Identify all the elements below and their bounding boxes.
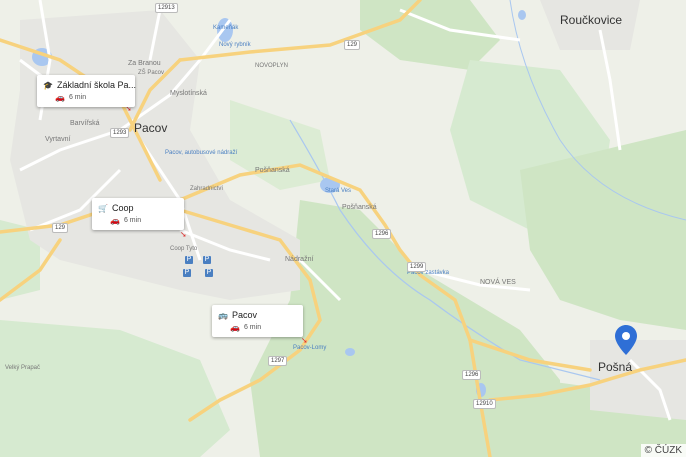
poi-label: Coop Tyto: [170, 246, 198, 252]
street-label: Vyrtavní: [45, 136, 71, 143]
school-icon: 🎓: [43, 80, 53, 90]
forest-area: [0, 320, 230, 457]
place-card-title: 🚌 Pacov: [218, 310, 297, 320]
road-number-sign: 129: [52, 223, 69, 233]
car-icon: 🚗: [110, 216, 120, 225]
parking-icon[interactable]: P: [183, 269, 191, 277]
parking-icon[interactable]: P: [185, 256, 193, 264]
travel-time-text: 6 min: [123, 217, 142, 224]
pond: [345, 348, 355, 356]
poi-label: Zahradnictví: [190, 186, 224, 192]
place-card-title-text: Pacov: [231, 310, 257, 320]
route-arrow-icon: ➘: [301, 336, 308, 345]
shopping-cart-icon: 🛒: [98, 203, 108, 213]
place-card-travel-time: 🚗 6 min: [98, 216, 178, 225]
travel-time-text: 6 min: [68, 94, 87, 101]
place-card-travel-time: 🚗 6 min: [218, 323, 297, 332]
place-card-coop[interactable]: 🛒 Coop 🚗 6 min: [92, 198, 184, 230]
road-number-sign: 1296: [372, 229, 392, 239]
poi-label: Velký Prapač: [5, 365, 41, 371]
road-number-sign: 1299: [407, 262, 427, 272]
car-icon: 🚗: [230, 323, 240, 332]
street-label: Pošňanská: [342, 204, 377, 211]
place-card-travel-time: 🚗 6 min: [43, 93, 129, 102]
street-label: Myslotínská: [170, 90, 207, 97]
location-pin-icon[interactable]: [614, 324, 638, 356]
town-label-posna: Pošná: [598, 360, 633, 374]
poi-label: Kameňák: [213, 25, 239, 31]
road-number-sign: 1297: [268, 356, 288, 366]
place-card-title: 🛒 Coop: [98, 203, 178, 213]
poi-label: Pacov-Lomy: [293, 345, 327, 351]
map-canvas[interactable]: Pacov Roučkovice Pošná Barvířská Vyrtavn…: [0, 0, 686, 457]
poi-label: Nový rybník: [219, 42, 251, 48]
street-label: Za Branou: [128, 60, 161, 67]
street-label: NOVÁ VES: [480, 279, 516, 286]
poi-label: NOVOPLYN: [255, 63, 288, 69]
town-label-rouckovice: Roučkovice: [560, 13, 623, 27]
copyright-notice: © ČÚZK: [640, 444, 686, 457]
place-card-school[interactable]: 🎓 Základní škola Pa... 🚗 6 min: [37, 75, 136, 107]
parking-icon[interactable]: P: [203, 256, 211, 264]
travel-time-text: 6 min: [243, 324, 262, 331]
town-label-pacov: Pacov: [134, 121, 168, 135]
road-number-sign: 1296: [462, 370, 482, 380]
place-card-title-text: Základní škola Pa...: [56, 80, 137, 90]
place-card-bus-stop[interactable]: 🚌 Pacov 🚗 6 min: [212, 305, 303, 337]
road-number-sign: 1293: [110, 128, 130, 138]
bus-icon: 🚌: [218, 310, 228, 320]
car-icon: 🚗: [55, 93, 65, 102]
road-number-sign: 12910: [473, 399, 496, 409]
street-label: Pošňanská: [255, 167, 290, 174]
route-arrow-icon: ➘: [180, 230, 187, 239]
place-card-title-text: Coop: [111, 203, 134, 213]
place-card-title: 🎓 Základní škola Pa...: [43, 80, 136, 90]
poi-label: ZŠ Pacov: [138, 70, 165, 76]
forest-area: [230, 100, 330, 190]
pond: [518, 10, 526, 20]
street-label: Nádražní: [285, 256, 314, 263]
street-label: Barvířská: [70, 120, 100, 127]
poi-label: Pacov, autobusové nádraží: [165, 150, 238, 156]
road-number-sign: 12913: [155, 3, 178, 13]
parking-icon[interactable]: P: [205, 269, 213, 277]
road-number-sign: 129: [344, 40, 361, 50]
poi-label: Stará Ves: [325, 188, 352, 194]
